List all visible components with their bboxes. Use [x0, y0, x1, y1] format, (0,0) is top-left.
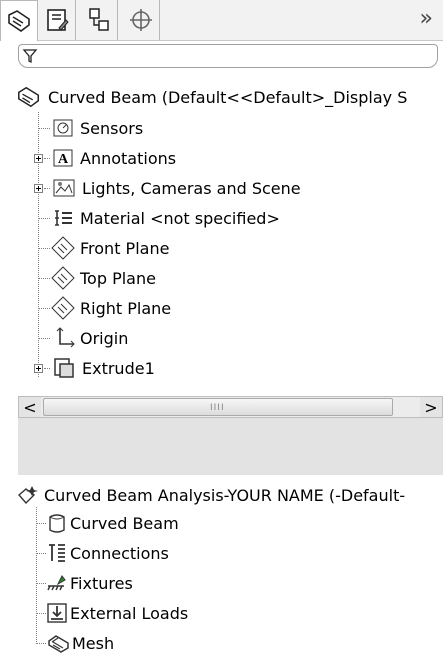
expand-plus-icon[interactable]: [34, 364, 43, 373]
tree-item-label: Top Plane: [80, 268, 156, 288]
connections-icon: [49, 544, 65, 562]
mesh-icon: [48, 635, 69, 653]
study-tree-root-label: Curved Beam Analysis-YOUR NAME (-Default…: [44, 485, 406, 505]
manager-tab-bar: »: [0, 0, 443, 41]
annotations-icon: A: [52, 147, 74, 169]
tree-item-label: Material <not specified>: [80, 208, 280, 228]
fixtures-icon: [47, 575, 66, 591]
scrollbar-grip: IIII: [210, 403, 225, 413]
tree-item-material[interactable]: Material <not specified>: [0, 203, 443, 233]
lights-cameras-icon: [52, 177, 76, 199]
part-root-icon: [18, 86, 40, 108]
configuration-manager-icon: [88, 8, 109, 31]
feature-manager-tab[interactable]: [0, 0, 38, 41]
study-item-label: Curved Beam: [70, 513, 179, 533]
filter-icon: [22, 49, 38, 64]
tree-item-label: Right Plane: [80, 298, 172, 318]
plane-icon: [50, 295, 76, 321]
expand-plus-icon[interactable]: [34, 154, 43, 163]
feature-manager-icon: [8, 10, 30, 32]
tree-item-label: Lights, Cameras and Scene: [82, 178, 301, 198]
simulation-study-tree: Curved Beam Analysis-YOUR NAME (-Default…: [0, 475, 443, 672]
external-loads-icon: [47, 603, 67, 623]
dimxpert-manager-tab[interactable]: [122, 0, 160, 40]
tree-item-origin[interactable]: Origin: [0, 323, 443, 353]
scroll-right-button[interactable]: >: [420, 397, 442, 417]
dimxpert-icon: [129, 9, 152, 31]
tree-item-label: Origin: [80, 328, 129, 348]
study-icon: [18, 486, 38, 505]
feature-tree-root-label: Curved Beam (Default<<Default>_Display S: [48, 87, 408, 107]
study-item-label: External Loads: [70, 603, 189, 623]
part-icon: [49, 514, 65, 533]
study-item-label: Mesh: [72, 633, 115, 653]
study-item-fixtures[interactable]: Fixtures: [36, 568, 133, 598]
pane-splitter[interactable]: [18, 418, 443, 475]
study-item-label: Fixtures: [70, 573, 133, 593]
tree-item-right-plane[interactable]: Right Plane: [0, 293, 443, 323]
study-item-mesh[interactable]: Mesh: [36, 628, 114, 658]
horizontal-scrollbar[interactable]: < IIII >: [18, 396, 443, 418]
study-item-label: Connections: [70, 543, 169, 563]
property-manager-tab[interactable]: [38, 0, 76, 40]
tree-item-lights-cameras[interactable]: Lights, Cameras and Scene: [0, 173, 443, 203]
tree-item-sensors[interactable]: Sensors: [0, 113, 443, 143]
origin-icon: [52, 326, 76, 350]
tree-item-top-plane[interactable]: Top Plane: [0, 263, 443, 293]
scroll-left-arrow-icon: <: [23, 397, 37, 417]
study-tree-root[interactable]: Curved Beam Analysis-YOUR NAME (-Default…: [16, 480, 405, 510]
tree-filter-field[interactable]: [18, 44, 438, 68]
expand-plus-icon[interactable]: [34, 184, 43, 193]
extrude-icon: [52, 356, 76, 380]
material-icon: [52, 207, 74, 229]
tree-item-label: Sensors: [80, 118, 144, 138]
plane-icon: [50, 265, 76, 291]
tree-item-label: Annotations: [80, 148, 177, 168]
study-item-curved-beam[interactable]: Curved Beam: [36, 508, 179, 538]
scroll-right-arrow-icon: >: [424, 397, 438, 417]
study-item-external-loads[interactable]: External Loads: [36, 598, 188, 628]
tree-item-extrude1[interactable]: Extrude1: [0, 353, 443, 383]
scrollbar-thumb[interactable]: IIII: [43, 398, 393, 416]
feature-tree-root[interactable]: Curved Beam (Default<<Default>_Display S: [16, 80, 443, 114]
plane-icon: [50, 235, 76, 261]
configuration-manager-tab[interactable]: [80, 0, 118, 40]
study-item-connections[interactable]: Connections: [36, 538, 169, 568]
tree-item-annotations[interactable]: A Annotations: [0, 143, 443, 173]
tree-item-label: Front Plane: [80, 238, 170, 258]
scroll-left-button[interactable]: <: [19, 397, 41, 417]
property-manager-icon: [46, 9, 69, 31]
tree-item-label: Extrude1: [82, 358, 155, 378]
more-tabs-chevron-icon[interactable]: »: [420, 6, 433, 31]
sensors-icon: [52, 117, 74, 139]
svg-text:A: A: [58, 152, 69, 167]
tree-item-front-plane[interactable]: Front Plane: [0, 233, 443, 263]
